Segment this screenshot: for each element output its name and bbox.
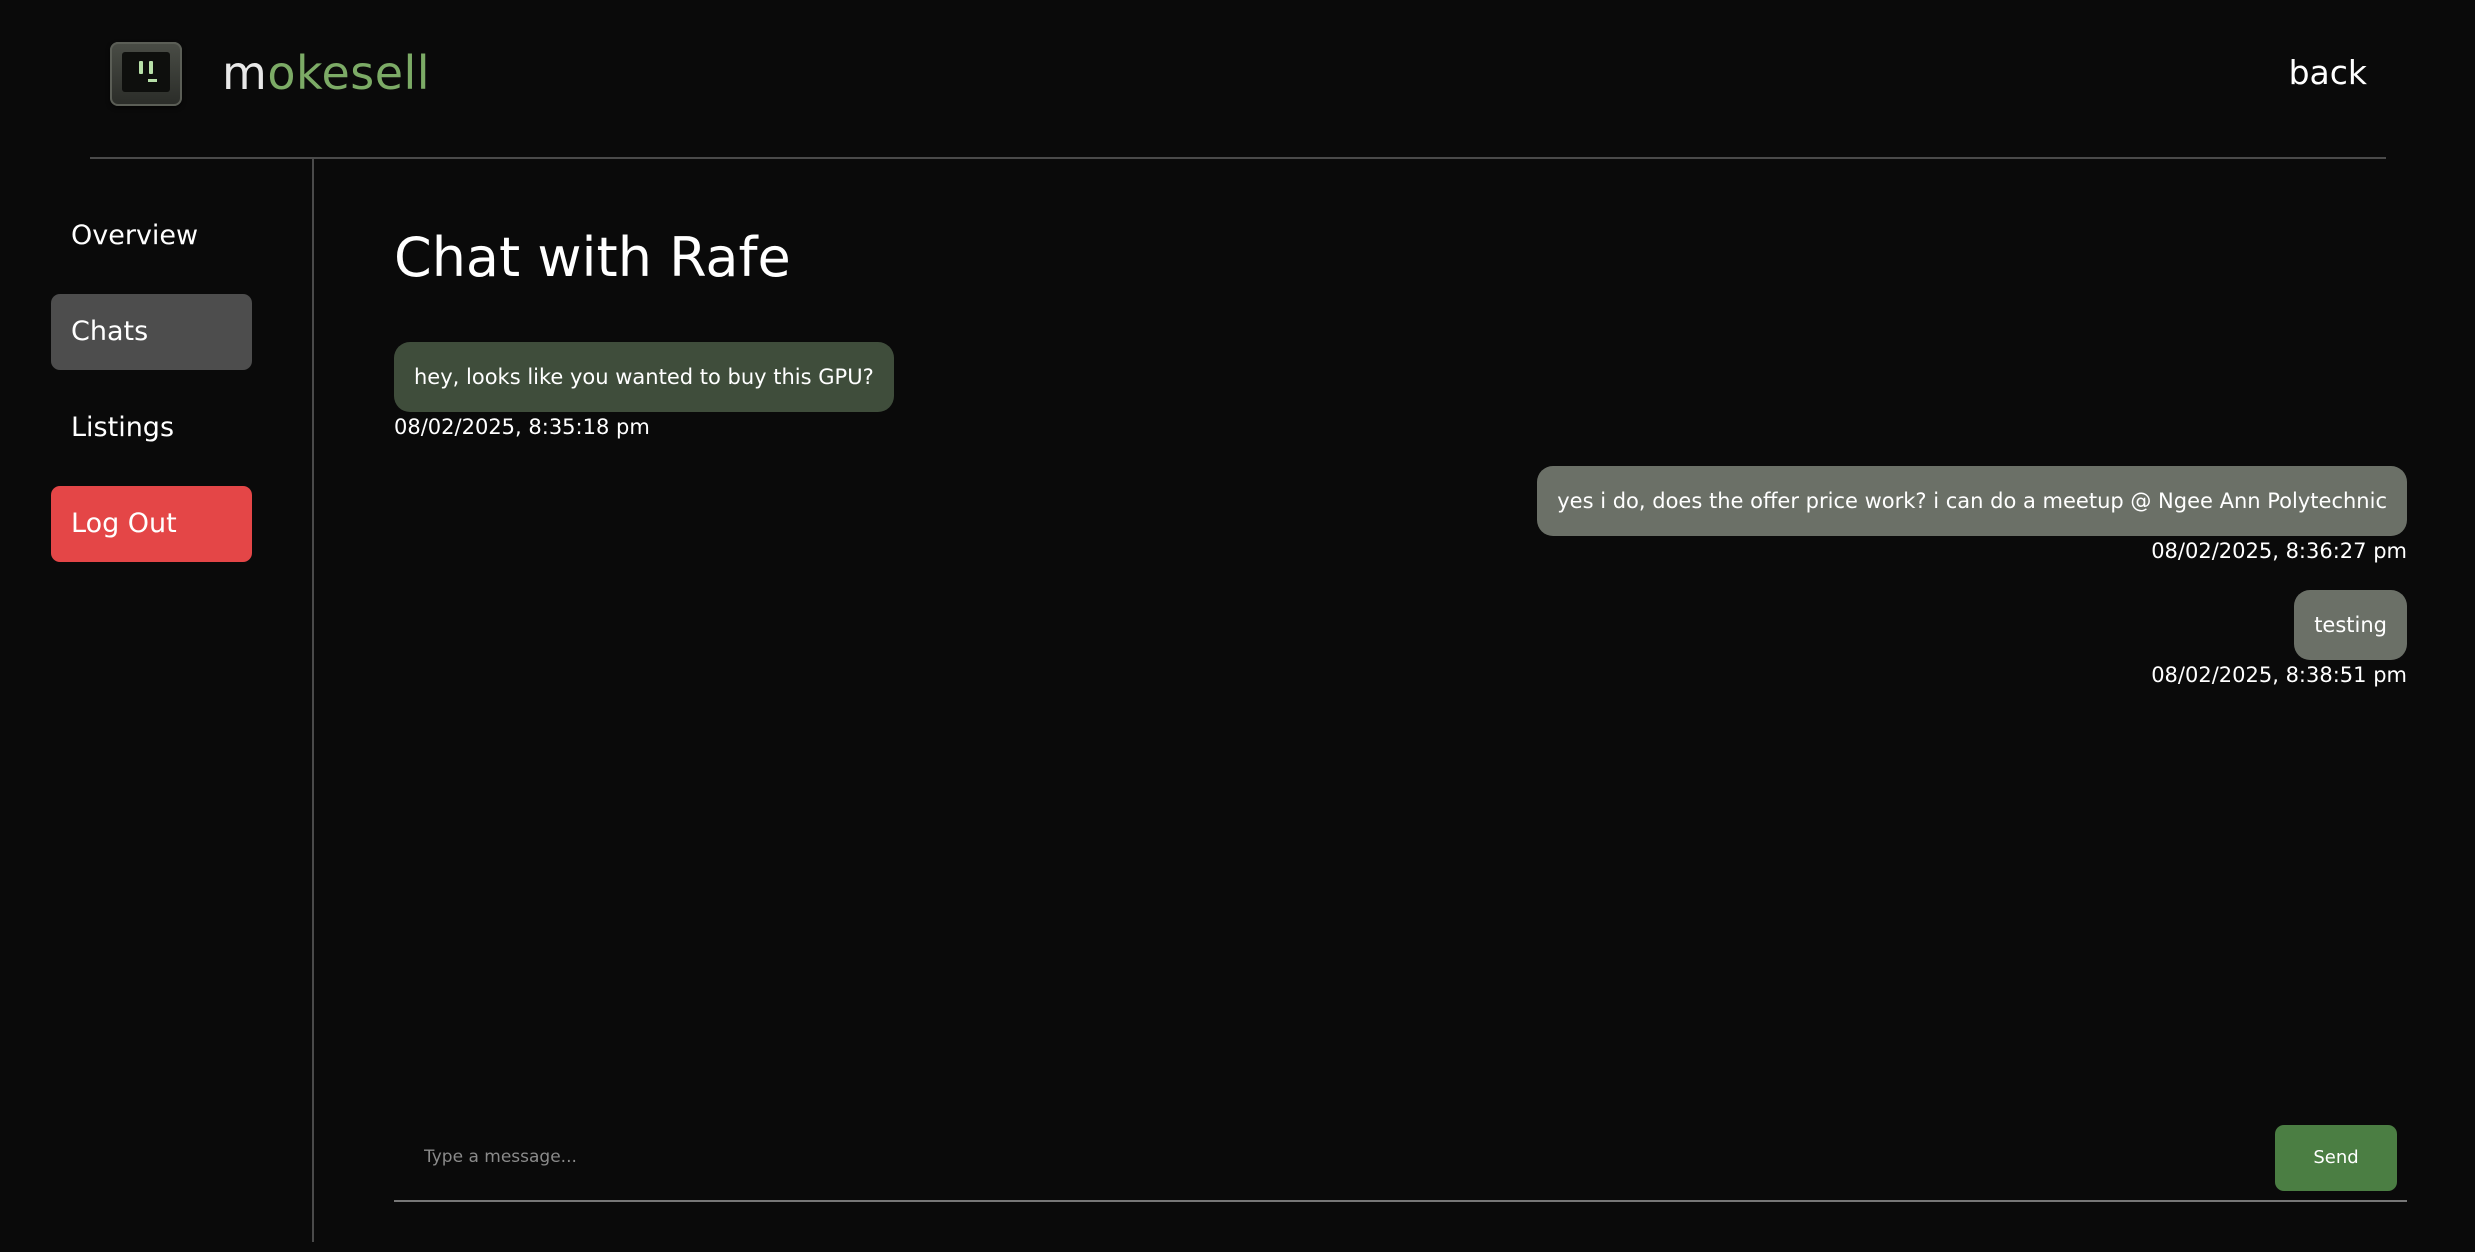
message-composer: Send (394, 1120, 2407, 1202)
brand-name-part2: okesell (267, 46, 431, 100)
logo-screen (122, 52, 170, 92)
sidebar-item-overview[interactable]: Overview (51, 198, 252, 274)
message-timestamp: 08/02/2025, 8:35:18 pm (394, 415, 650, 439)
message-bubble-received: hey, looks like you wanted to buy this G… (394, 342, 894, 412)
composer-underline (394, 1200, 2407, 1202)
logo-mouth (148, 79, 157, 82)
logout-button[interactable]: Log Out (51, 486, 252, 562)
brand-name-part1: m (222, 46, 268, 100)
message-input[interactable] (394, 1120, 2254, 1194)
brand-name[interactable]: mokesell (222, 40, 430, 106)
sidebar-divider (312, 158, 314, 1242)
sidebar-item-chats[interactable]: Chats (51, 294, 252, 370)
top-header: mokesell back (0, 0, 2475, 159)
message-bubble-sent: yes i do, does the offer price work? i c… (1537, 466, 2407, 536)
back-link[interactable]: back (2289, 50, 2367, 96)
logo-right-eye (149, 61, 153, 74)
page-title: Chat with Rafe (394, 226, 791, 289)
sidebar-item-listings[interactable]: Listings (51, 390, 252, 466)
send-button[interactable]: Send (2275, 1125, 2397, 1191)
message-bubble-sent: testing (2294, 590, 2407, 660)
message-timestamp: 08/02/2025, 8:36:27 pm (2151, 539, 2407, 563)
logo-left-eye (139, 61, 143, 74)
header-divider (90, 157, 2386, 159)
message-timestamp: 08/02/2025, 8:38:51 pm (2151, 663, 2407, 687)
monitor-face-icon[interactable] (110, 42, 182, 106)
